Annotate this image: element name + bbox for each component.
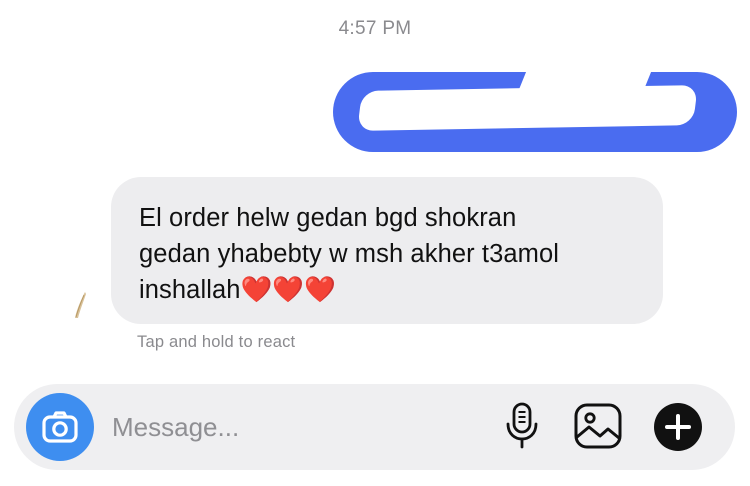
gallery-icon: [574, 403, 622, 449]
sender-avatar-edge[interactable]: [73, 290, 87, 320]
gallery-button[interactable]: [570, 399, 626, 453]
camera-button[interactable]: [26, 393, 94, 461]
incoming-message-text: El order helw gedan bgd shokran gedan yh…: [139, 204, 560, 304]
message-timestamp: 4:57 PM: [338, 18, 412, 39]
redaction-mark-edge: [513, 72, 652, 102]
microphone-icon: [506, 402, 538, 449]
add-button[interactable]: [652, 401, 704, 453]
camera-icon: [42, 411, 78, 443]
incoming-message-bubble[interactable]: El order helw gedan bgd shokran gedan yh…: [111, 177, 663, 324]
react-hint-text: Tap and hold to react: [137, 333, 296, 351]
plus-icon: [654, 403, 702, 451]
message-input[interactable]: [112, 407, 472, 447]
microphone-button[interactable]: [500, 400, 544, 452]
